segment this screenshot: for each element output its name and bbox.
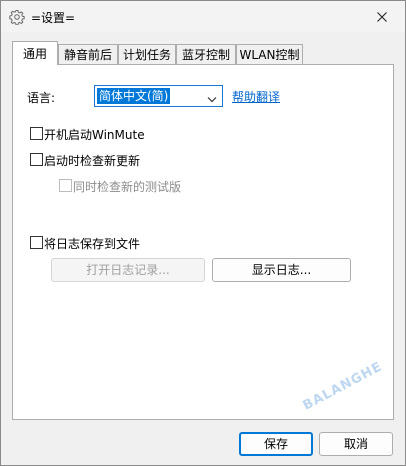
save-log-label[interactable]: 将日志保存到文件 xyxy=(44,235,140,252)
settings-dialog: =设置= 通用 静音前后 计划任务 蓝牙控制 WLAN控制 语言: 简体中文(简… xyxy=(0,0,406,466)
cancel-button[interactable]: 取消 xyxy=(319,432,393,456)
autostart-checkbox[interactable] xyxy=(30,127,43,140)
close-icon xyxy=(377,11,387,22)
check-updates-label[interactable]: 启动时检查新更新 xyxy=(44,152,140,169)
chevron-down-icon xyxy=(207,92,217,106)
check-beta-label[interactable]: 同时检查新的测试版 xyxy=(73,178,181,195)
save-button[interactable]: 保存 xyxy=(239,432,313,456)
language-selected-value: 简体中文(简) xyxy=(97,88,171,104)
language-select[interactable]: 简体中文(简) xyxy=(94,85,223,107)
open-log-button[interactable]: 打开日志记录... xyxy=(51,258,205,282)
tab-scheduled-tasks[interactable]: 计划任务 xyxy=(118,44,176,64)
save-log-checkbox[interactable] xyxy=(30,236,43,249)
check-updates-checkbox[interactable] xyxy=(30,153,43,166)
close-button[interactable] xyxy=(359,1,405,32)
tab-wlan-control[interactable]: WLAN控制 xyxy=(236,44,303,64)
window-title: =设置= xyxy=(31,11,76,25)
help-translate-link[interactable]: 帮助翻译 xyxy=(232,88,280,105)
general-tab-panel: 语言: 简体中文(简) 帮助翻译 开机启动WinMute 启动时检查新更新 同时… xyxy=(12,64,394,420)
gear-icon xyxy=(9,9,25,26)
tab-bluetooth-control[interactable]: 蓝牙控制 xyxy=(176,44,236,64)
tab-mute-events[interactable]: 静音前后 xyxy=(58,44,118,64)
language-label: 语言: xyxy=(27,91,56,105)
tab-general[interactable]: 通用 xyxy=(12,41,58,65)
title-bar: =设置= xyxy=(1,1,405,32)
autostart-label[interactable]: 开机启动WinMute xyxy=(44,126,145,143)
check-beta-checkbox[interactable] xyxy=(59,179,72,192)
show-log-button[interactable]: 显示日志... xyxy=(212,258,351,282)
